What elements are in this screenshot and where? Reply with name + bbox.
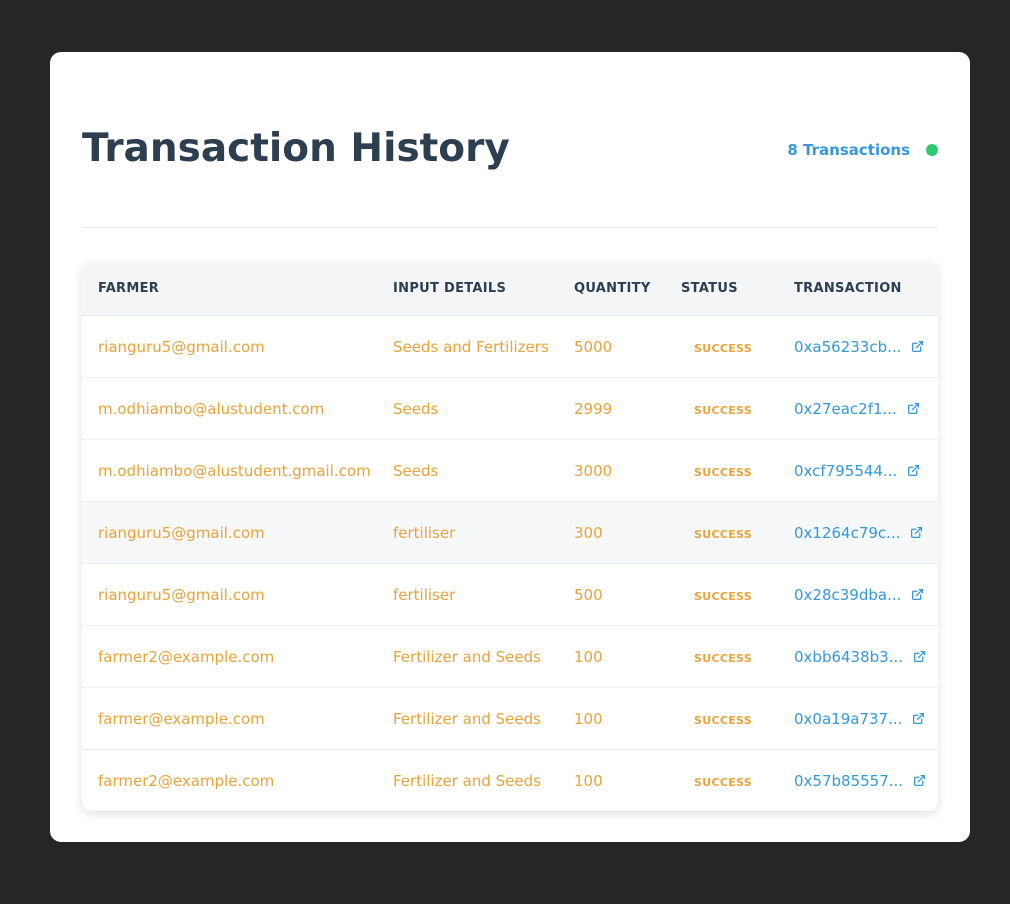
transactions-table-container: FARMER INPUT DETAILS QUANTITY STATUS TRA… xyxy=(82,262,938,811)
farmer-email: rianguru5@gmail.com xyxy=(82,563,377,626)
status-cell: SUCCESS xyxy=(665,687,778,750)
farmer-email: m.odhiambo@alustudent.gmail.com xyxy=(82,439,377,502)
status-cell: SUCCESS xyxy=(665,750,778,812)
status-cell: SUCCESS xyxy=(665,315,778,378)
quantity: 100 xyxy=(574,771,603,790)
transaction-hash-link[interactable]: 0x1264c79c... xyxy=(794,524,923,542)
external-link-icon[interactable] xyxy=(913,774,926,787)
farmer-email: farmer@example.com xyxy=(82,687,377,750)
transaction-cell: 0x28c39dba... xyxy=(778,563,938,626)
status-badge: SUCCESS xyxy=(694,403,752,417)
external-link-icon[interactable] xyxy=(911,588,924,601)
external-link-icon[interactable] xyxy=(907,402,920,415)
table-row: rianguru5@gmail.com fertiliser 500 SUCCE… xyxy=(82,563,938,626)
farmer-email: rianguru5@gmail.com xyxy=(82,501,377,564)
transaction-hash: 0x57b85557... xyxy=(794,771,904,790)
input-details: fertiliser xyxy=(377,501,558,564)
transaction-hash-link[interactable]: 0x0a19a737... xyxy=(794,710,925,728)
transaction-hash-link[interactable]: 0xa56233cb... xyxy=(794,338,924,356)
transaction-hash-link[interactable]: 0x57b85557... xyxy=(794,772,926,790)
quantity: 500 xyxy=(558,563,665,626)
transaction-hash: 0xcf795544... xyxy=(794,461,898,480)
transaction-hash: 0x1264c79c... xyxy=(794,523,901,542)
transaction-hash: 0x28c39dba... xyxy=(794,585,902,604)
column-header-farmer: FARMER xyxy=(82,262,377,316)
input-details: fertiliser xyxy=(377,563,558,626)
transaction-cell: 0xcf795544... xyxy=(778,439,938,502)
status-badge: SUCCESS xyxy=(694,527,752,541)
table-row: rianguru5@gmail.com fertiliser 300 SUCCE… xyxy=(82,501,938,564)
column-header-transaction: TRANSACTION xyxy=(778,262,938,316)
transaction-history-card: Transaction History 8 Transactions FARME… xyxy=(50,52,970,842)
column-header-status: STATUS xyxy=(665,262,778,316)
column-header-quantity: QUANTITY xyxy=(558,262,665,316)
status-badge: SUCCESS xyxy=(694,651,752,665)
external-link-icon[interactable] xyxy=(910,526,923,539)
external-link-icon[interactable] xyxy=(907,464,920,477)
table-row: m.odhiambo@alustudent.gmail.com Seeds 30… xyxy=(82,439,938,502)
table-row: farmer2@example.com Fertilizer and Seeds… xyxy=(82,750,938,812)
quantity: 5000 xyxy=(558,315,665,378)
status-badge: SUCCESS xyxy=(694,775,752,789)
status-cell: SUCCESS xyxy=(665,625,778,688)
transaction-count-label: 8 Transactions xyxy=(787,141,910,159)
quantity: 2999 xyxy=(558,377,665,440)
transaction-count: 8 Transactions xyxy=(787,140,938,160)
header-divider xyxy=(82,227,938,228)
input-details: Fertilizer and Seeds xyxy=(377,687,558,750)
transaction-hash: 0xa56233cb... xyxy=(794,337,902,356)
live-status-dot xyxy=(926,144,938,156)
transaction-hash-link[interactable]: 0x27eac2f1... xyxy=(794,400,920,418)
farmer-email: rianguru5@gmail.com xyxy=(82,315,377,378)
table-row: m.odhiambo@alustudent.com Seeds 2999 SUC… xyxy=(82,377,938,440)
quantity: 100 xyxy=(558,625,665,688)
transactions-table-body: rianguru5@gmail.com Seeds and Fertilizer… xyxy=(82,315,938,812)
status-badge: SUCCESS xyxy=(694,713,752,727)
transaction-cell: 0x0a19a737... xyxy=(778,687,938,750)
external-link-icon[interactable] xyxy=(913,650,926,663)
quantity: 3000 xyxy=(558,439,665,502)
transactions-table: FARMER INPUT DETAILS QUANTITY STATUS TRA… xyxy=(82,262,938,811)
status-cell: SUCCESS xyxy=(665,563,778,626)
quantity: 100 xyxy=(558,687,665,750)
page-title: Transaction History xyxy=(82,126,510,171)
status-cell: SUCCESS xyxy=(665,377,778,440)
status-cell: SUCCESS xyxy=(665,501,778,564)
input-details: Fertilizer and Seeds xyxy=(393,771,541,790)
input-details: Seeds xyxy=(377,439,558,502)
card-header: Transaction History 8 Transactions xyxy=(82,124,938,174)
transaction-cell: 0x57b85557... xyxy=(778,750,938,812)
transaction-hash: 0x0a19a737... xyxy=(794,709,903,728)
transaction-cell: 0x27eac2f1... xyxy=(778,377,938,440)
farmer-email: farmer2@example.com xyxy=(82,625,377,688)
external-link-icon[interactable] xyxy=(911,340,924,353)
status-badge: SUCCESS xyxy=(694,589,752,603)
input-details: Seeds xyxy=(377,377,558,440)
farmer-email: farmer2@example.com xyxy=(98,771,275,790)
status-badge: SUCCESS xyxy=(694,465,752,479)
transaction-hash-link[interactable]: 0x28c39dba... xyxy=(794,586,924,604)
farmer-email: m.odhiambo@alustudent.com xyxy=(82,377,377,440)
transaction-hash-link[interactable]: 0xcf795544... xyxy=(794,462,920,480)
input-details: Fertilizer and Seeds xyxy=(377,625,558,688)
column-header-input-details: INPUT DETAILS xyxy=(377,262,558,316)
quantity: 300 xyxy=(558,501,665,564)
transaction-hash-link[interactable]: 0xbb6438b3... xyxy=(794,648,926,666)
table-row: rianguru5@gmail.com Seeds and Fertilizer… xyxy=(82,315,938,378)
external-link-icon[interactable] xyxy=(912,712,925,725)
transaction-cell: 0xbb6438b3... xyxy=(778,625,938,688)
transaction-cell: 0xa56233cb... xyxy=(778,315,938,378)
table-row: farmer2@example.com Fertilizer and Seeds… xyxy=(82,625,938,688)
status-cell: SUCCESS xyxy=(665,439,778,502)
table-row: farmer@example.com Fertilizer and Seeds … xyxy=(82,687,938,750)
transaction-hash: 0xbb6438b3... xyxy=(794,647,904,666)
transaction-cell: 0x1264c79c... xyxy=(778,501,938,564)
input-details: Seeds and Fertilizers xyxy=(377,315,558,378)
table-header-row: FARMER INPUT DETAILS QUANTITY STATUS TRA… xyxy=(82,262,938,316)
status-badge: SUCCESS xyxy=(694,341,752,355)
transaction-hash: 0x27eac2f1... xyxy=(794,399,897,418)
